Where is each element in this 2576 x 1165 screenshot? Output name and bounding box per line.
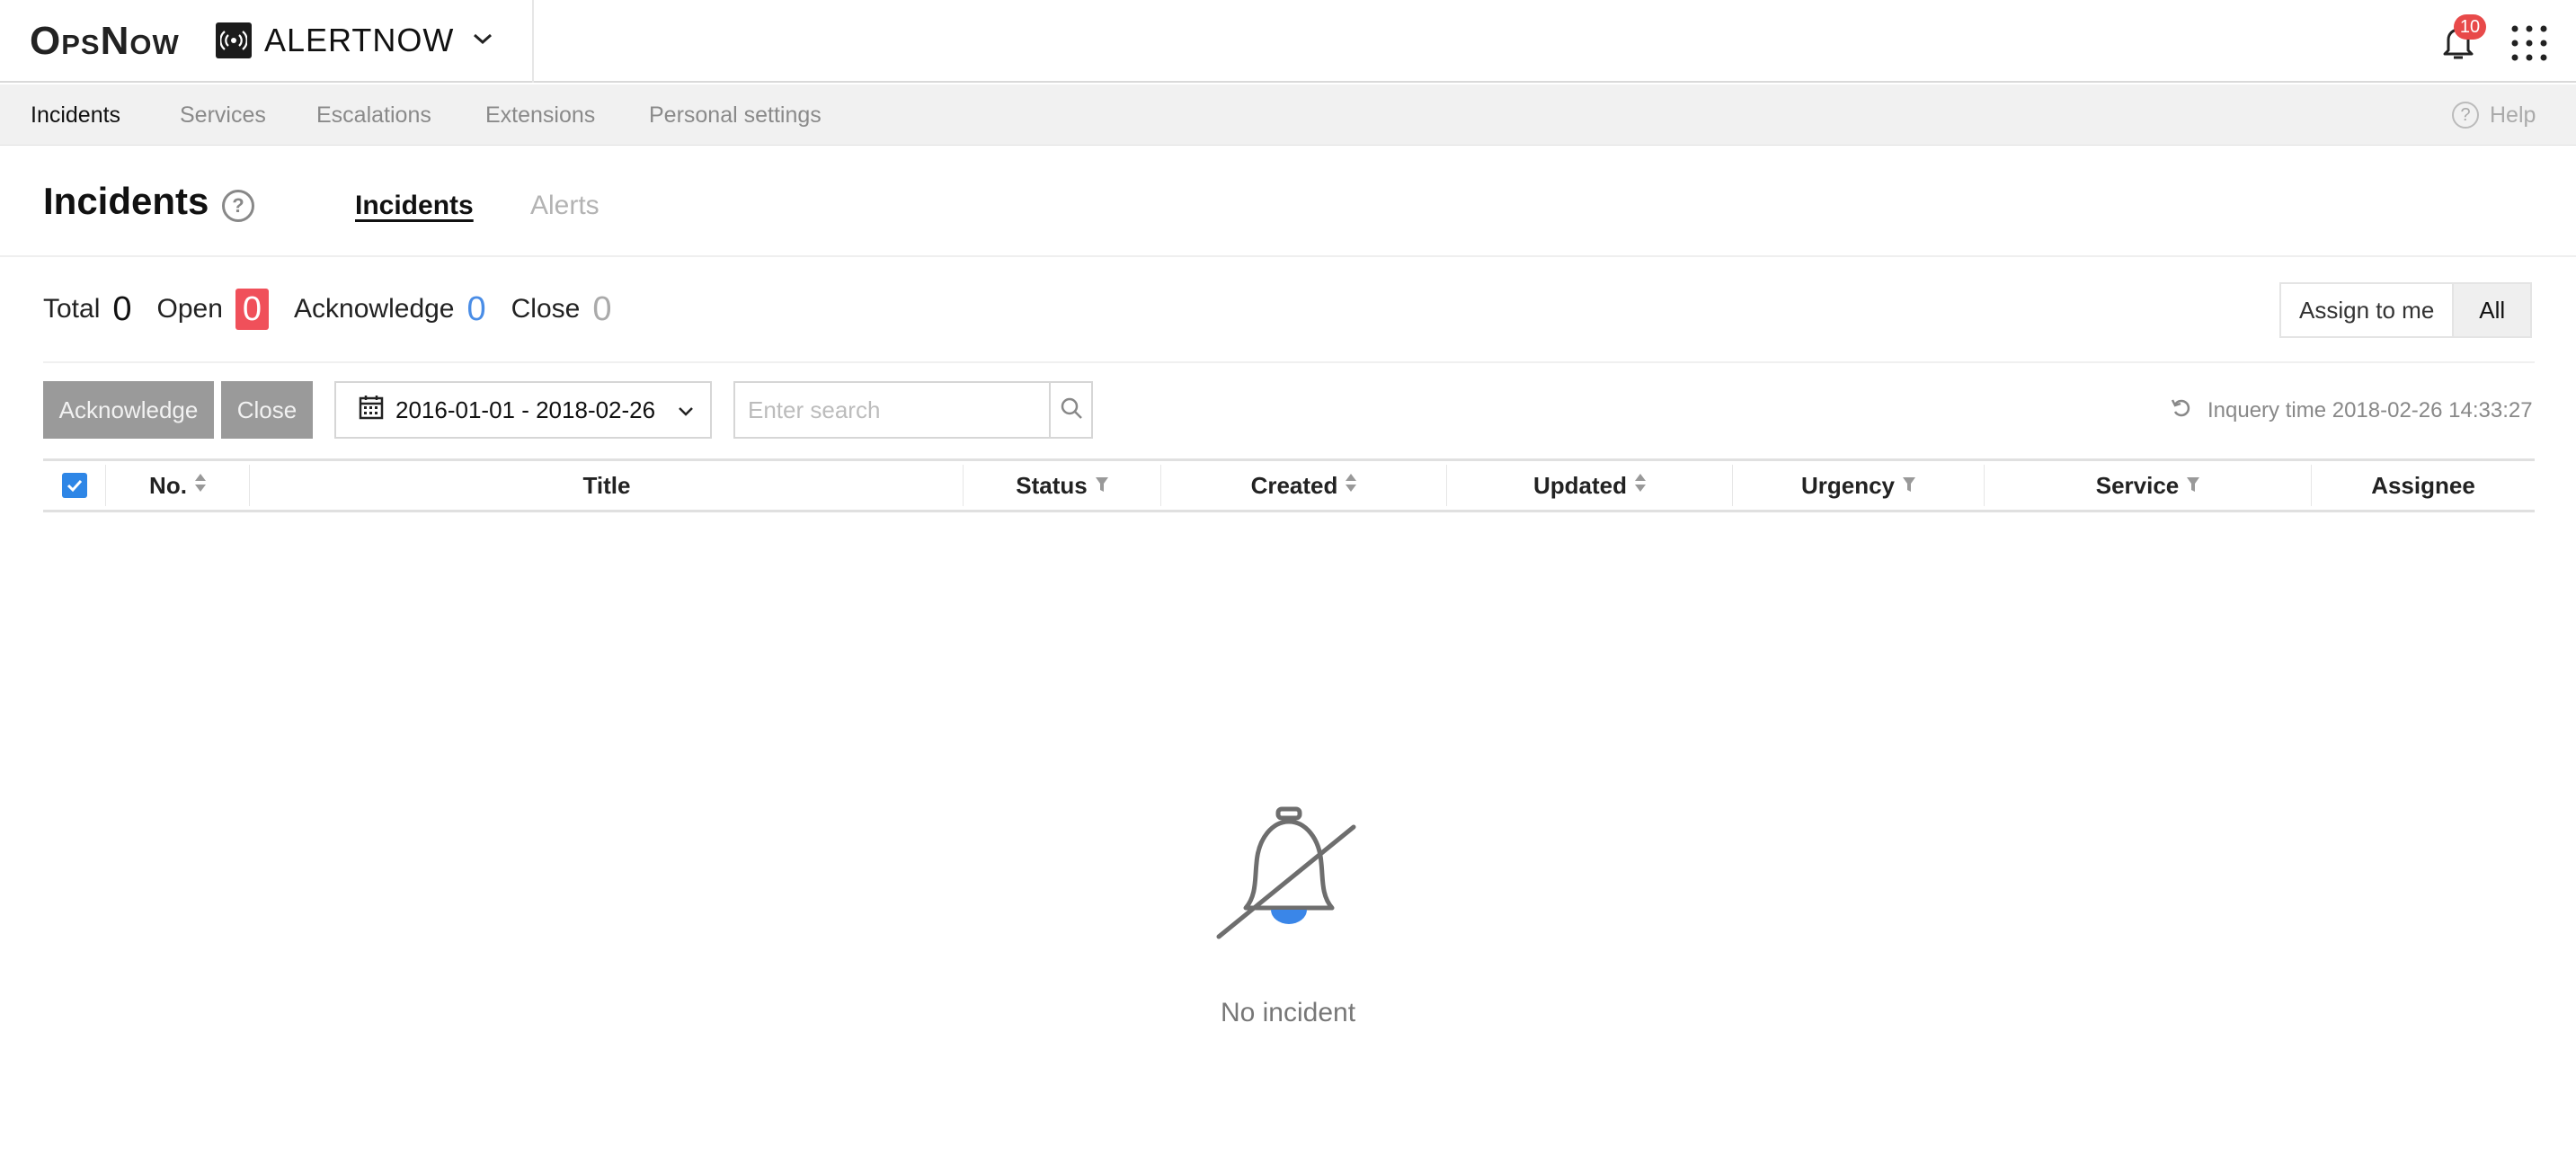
column-urgency-label: Urgency [1800, 471, 1896, 499]
tab-alerts[interactable]: Alerts [530, 191, 600, 221]
incident-table-header: No. Title Status Created Updated Urgency… [43, 458, 2535, 512]
chevron-down-icon [677, 396, 695, 424]
top-bar: OpsNow ALERTNOW 10 [0, 0, 2576, 83]
close-label: Close [511, 294, 581, 324]
nav-item-escalations[interactable]: Escalations [316, 84, 431, 146]
refresh-icon[interactable] [2170, 396, 2193, 426]
acknowledge-button[interactable]: Acknowledge [43, 381, 214, 439]
question-circle-icon[interactable]: ? [222, 190, 254, 222]
select-all-checkbox[interactable] [62, 473, 87, 498]
product-name: ALERTNOW [264, 22, 455, 58]
nav-item-extensions[interactable]: Extensions [485, 84, 595, 146]
inquery-time: Inquery time 2018-02-26 14:33:27 [2170, 396, 2533, 426]
app-grid-icon[interactable] [2509, 23, 2549, 63]
sort-icon [1634, 472, 1647, 500]
assignee-filter-toggle: Assign to me All [2279, 282, 2533, 338]
tab-incidents[interactable]: Incidents [355, 191, 474, 221]
search-box [733, 381, 1093, 439]
column-service-label: Service [2095, 471, 2180, 499]
column-assignee[interactable]: Assignee [2312, 461, 2535, 510]
incident-counts: Total 0 Open 0 Acknowledge 0 Close 0 [43, 286, 636, 333]
assign-to-me-button[interactable]: Assign to me [2281, 284, 2453, 336]
filter-icon[interactable] [1095, 472, 1109, 500]
open-label: Open [156, 294, 223, 324]
acknowledge-count: 0 [466, 289, 486, 328]
opsnow-logo[interactable]: OpsNow [30, 16, 180, 67]
page-title: Incidents [43, 180, 209, 222]
header-divider [0, 255, 2576, 257]
total-label: Total [43, 294, 101, 324]
calendar-icon [358, 394, 385, 427]
column-updated-label: Updated [1533, 471, 1627, 499]
sort-icon [1345, 472, 1357, 500]
date-range-value: 2016-01-01 - 2018-02-26 [395, 396, 656, 423]
topbar-divider [532, 0, 534, 83]
nav-item-incidents[interactable]: Incidents [31, 84, 120, 146]
acknowledge-label: Acknowledge [294, 294, 455, 324]
column-urgency[interactable]: Urgency [1733, 461, 1985, 510]
open-count-badge: 0 [235, 289, 270, 330]
bell-off-icon [1215, 802, 1363, 949]
sort-icon [194, 472, 207, 500]
total-count: 0 [112, 289, 132, 328]
notification-count-badge: 10 [2454, 14, 2486, 40]
search-input[interactable] [735, 383, 1049, 437]
column-created[interactable]: Created [1161, 461, 1447, 510]
column-title-label: Title [582, 471, 631, 499]
question-circle-icon: ? [2452, 102, 2479, 129]
nav-item-services[interactable]: Services [180, 84, 266, 146]
help-label: Help [2490, 102, 2536, 128]
column-assignee-label: Assignee [2371, 471, 2475, 499]
product-switcher[interactable]: ALERTNOW [216, 20, 493, 61]
date-range-picker[interactable]: 2016-01-01 - 2018-02-26 [334, 381, 712, 439]
help-link[interactable]: ? Help [2452, 84, 2536, 146]
main-nav: Incidents Services Escalations Extension… [0, 84, 2576, 146]
broadcast-icon [216, 22, 252, 58]
close-count: 0 [592, 289, 612, 328]
column-service[interactable]: Service [1985, 461, 2312, 510]
inquery-time-text: Inquery time 2018-02-26 14:33:27 [2207, 398, 2533, 422]
select-all-cell [43, 461, 106, 510]
close-button[interactable]: Close [221, 381, 313, 439]
column-status[interactable]: Status [964, 461, 1161, 510]
counts-divider [43, 361, 2535, 363]
search-button[interactable] [1049, 383, 1091, 437]
search-icon [1059, 396, 1084, 425]
column-status-label: Status [1016, 471, 1088, 499]
column-created-label: Created [1250, 471, 1338, 499]
filter-icon[interactable] [2186, 472, 2200, 500]
chevron-down-icon [472, 31, 493, 50]
filter-icon[interactable] [1902, 472, 1916, 500]
column-updated[interactable]: Updated [1447, 461, 1733, 510]
column-title[interactable]: Title [250, 461, 964, 510]
nav-item-personal-settings[interactable]: Personal settings [649, 84, 822, 146]
empty-state-message: No incident [1220, 998, 1356, 1027]
all-button[interactable]: All [2452, 284, 2531, 336]
column-no-label: No. [149, 471, 187, 499]
column-no[interactable]: No. [106, 461, 250, 510]
brand-name: OpsNow [30, 19, 180, 63]
